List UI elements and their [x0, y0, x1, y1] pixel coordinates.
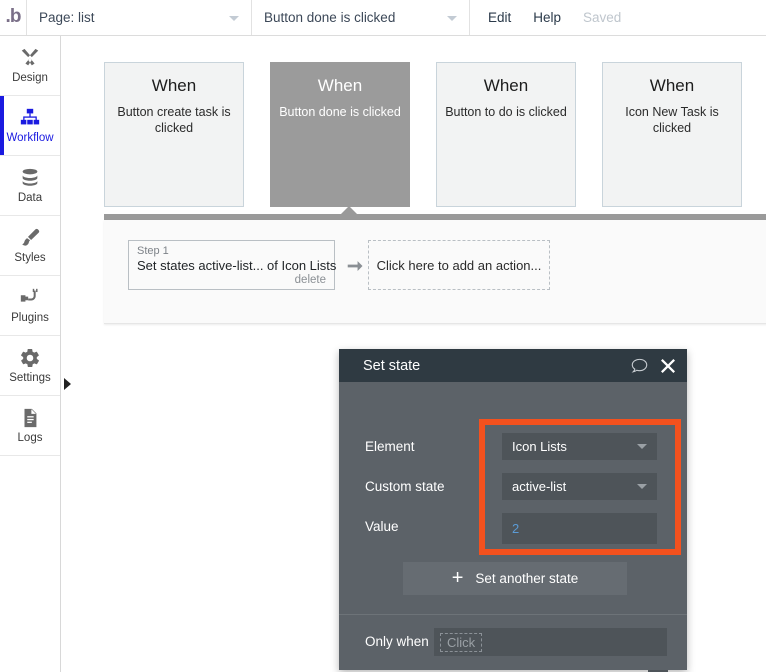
close-x-icon[interactable] [661, 358, 675, 373]
only-when-input[interactable]: Click [434, 628, 667, 656]
event-card[interactable]: When Icon New Task is clicked [602, 62, 742, 207]
event-selector-label: Button done is clicked [264, 10, 396, 25]
event-when-label: When [483, 76, 529, 95]
paintbrush-icon [19, 226, 41, 250]
bubble-logo-icon: .b [5, 6, 22, 27]
database-icon [19, 166, 41, 190]
dialog-title: Set state [363, 357, 421, 374]
help-button[interactable]: Help [533, 10, 561, 25]
sidebar-item-label: Settings [9, 372, 51, 385]
element-dropdown-value: Icon Lists [512, 439, 567, 454]
right-arrow-icon: ➞ [347, 256, 363, 277]
chevron-down-icon [229, 15, 239, 21]
sidebar-item-label: Design [12, 72, 48, 85]
expand-right-triangle-icon [63, 378, 71, 390]
dialog-divider [339, 614, 687, 615]
design-tools-icon [19, 46, 41, 70]
sidebar-item-label: Logs [17, 432, 43, 445]
sidebar-item-label: Styles [14, 252, 46, 265]
step-title: Set states active-list... of Icon Lists [137, 258, 337, 274]
sidebar-item-logs[interactable]: Logs [0, 396, 60, 456]
element-label: Element [365, 439, 415, 455]
custom-state-label: Custom state [365, 479, 445, 495]
event-description: Icon New Task is clicked [625, 104, 719, 136]
document-lines-icon [19, 406, 41, 430]
event-cards-row: When Button create task is clicked When … [104, 62, 759, 207]
sidebar-item-settings[interactable]: Settings [0, 336, 60, 396]
plug-icon [19, 286, 41, 310]
set-another-state-label: Set another state [475, 571, 579, 586]
step-delete-link[interactable]: delete [137, 274, 326, 287]
event-selector[interactable]: Button done is clicked [252, 0, 470, 35]
chevron-down-icon [447, 15, 457, 21]
dialog-header-icons [631, 349, 675, 382]
event-when-label: When [317, 76, 363, 95]
only-when-placeholder: Click [440, 632, 483, 652]
sidebar-item-design[interactable]: Design [0, 36, 60, 96]
set-another-state-button[interactable]: + Set another state [403, 562, 627, 595]
chevron-down-icon [637, 444, 647, 449]
top-bar: .b Page: list Button done is clicked Edi… [0, 0, 766, 36]
workflow-hierarchy-icon [19, 106, 41, 130]
only-when-row: Only when Click [339, 628, 687, 656]
event-when-label: When [151, 76, 197, 95]
steps-panel: Step 1 Set states active-list... of Icon… [104, 220, 766, 324]
sidebar-item-data[interactable]: Data [0, 156, 60, 216]
sidebar-item-label: Data [17, 192, 43, 205]
sidebar-collapse-handle[interactable] [60, 374, 74, 394]
add-action-button[interactable]: Click here to add an action... [368, 240, 550, 290]
sidebar-item-label: Workflow [6, 132, 54, 145]
left-sidebar: Design Workflow Data Styles Plugins Sett… [0, 36, 61, 672]
event-description: Button create task is clicked [117, 104, 231, 136]
bubble-logo[interactable]: .b [0, 0, 27, 35]
plus-icon: + [451, 566, 464, 589]
saved-status: Saved [583, 10, 622, 25]
event-card[interactable]: When Button create task is clicked [104, 62, 244, 207]
value-label: Value [365, 519, 399, 535]
dialog-header: Set state [339, 349, 687, 382]
event-description: Button to do is clicked [445, 104, 567, 119]
workflow-canvas: When Button create task is clicked When … [61, 36, 766, 672]
speech-bubble-icon[interactable] [631, 358, 648, 374]
set-state-dialog: Set state Element Icon Lists Custom stat… [339, 349, 687, 672]
sidebar-item-label: Plugins [11, 312, 49, 325]
edit-button[interactable]: Edit [488, 10, 511, 25]
custom-state-dropdown-value: active-list [512, 479, 567, 494]
sidebar-item-workflow[interactable]: Workflow [0, 96, 60, 156]
value-input-text: 2 [512, 521, 520, 536]
event-card[interactable]: When Button to do is clicked [436, 62, 576, 207]
page-selector-label: Page: list [39, 10, 95, 25]
event-description: Button done is clicked [279, 104, 401, 119]
gear-icon [19, 346, 41, 370]
custom-state-dropdown[interactable]: active-list [502, 473, 657, 500]
event-card[interactable]: When Button done is clicked [270, 62, 410, 207]
step-number: Step 1 [137, 245, 169, 257]
step-box[interactable]: Step 1 Set states active-list... of Icon… [128, 240, 337, 290]
value-input[interactable]: 2 [502, 513, 657, 544]
element-dropdown[interactable]: Icon Lists [502, 433, 657, 460]
page-selector[interactable]: Page: list [27, 0, 252, 35]
sidebar-item-styles[interactable]: Styles [0, 216, 60, 276]
chevron-down-icon [637, 484, 647, 489]
event-when-label: When [649, 76, 695, 95]
bubble-workflow-editor: .b Page: list Button done is clicked Edi… [0, 0, 766, 672]
sidebar-item-plugins[interactable]: Plugins [0, 276, 60, 336]
top-actions: Edit Help Saved [470, 0, 621, 35]
add-action-label: Click here to add an action... [376, 257, 542, 273]
only-when-label: Only when [365, 634, 429, 649]
